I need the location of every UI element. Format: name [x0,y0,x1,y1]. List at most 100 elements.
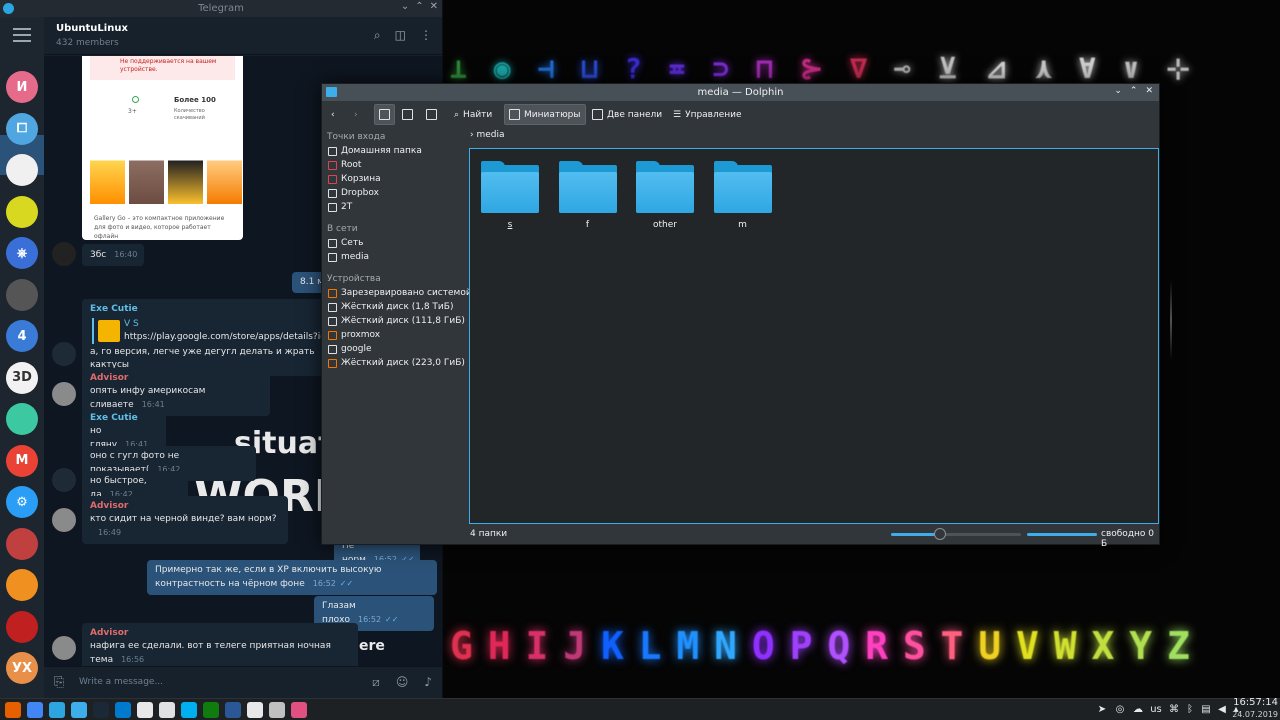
emoji-icon[interactable]: ☺ [396,675,409,690]
chat-list-avatar[interactable]: 3D [6,361,38,394]
chat-list-avatar[interactable]: ⎈ [6,237,38,269]
chat-list-avatar[interactable] [6,278,38,311]
chat-taskbar-icon[interactable] [159,702,175,718]
skype-taskbar-icon[interactable] [181,702,197,718]
chat-message[interactable]: Примерно так же, если в XP включить высо… [147,560,437,595]
steam-tray-icon[interactable]: ◎ [1114,704,1126,716]
clock[interactable]: 16:57:14 24.07.2019 [1232,697,1278,720]
microphone-icon[interactable]: ♪ [424,675,432,690]
places-item[interactable]: Жёсткий диск (111,8 ГиБ) [328,316,465,326]
ksnip-taskbar-icon[interactable] [291,702,307,718]
chat-list-avatar[interactable] [6,527,38,560]
sidebar-toggle-icon[interactable]: ◫ [395,28,406,43]
folder-item[interactable]: m [713,161,773,230]
places-item[interactable]: Жёсткий диск (223,0 ГиБ) [328,358,465,368]
chat-list-avatar[interactable]: 4 [6,320,38,352]
message-input[interactable]: Write a message... [79,677,163,687]
close-icon[interactable]: ✕ [430,1,438,12]
places-item[interactable]: Корзина [328,174,381,184]
message-author[interactable]: Advisor [90,627,350,640]
breadcrumb-segment[interactable]: media [476,130,504,140]
places-item[interactable]: proxmox [328,330,380,340]
vscode-taskbar-icon[interactable] [115,702,131,718]
chat-message[interactable]: 3бс 16:40 [82,244,144,266]
places-item[interactable]: 2T [328,202,352,212]
chat-list-avatar[interactable] [6,569,38,601]
writer-taskbar-icon[interactable] [225,702,241,718]
telegram-taskbar-icon[interactable] [49,702,65,718]
link-preview[interactable]: V S https://play.google.com/store/apps/de… [92,318,324,344]
message-author-avatar[interactable] [52,468,76,492]
folder-item[interactable]: s [480,161,540,230]
chat-list-avatar[interactable]: ⚙ [6,486,38,518]
message-author[interactable]: Exe Cutie [90,303,324,316]
control-menu-button[interactable]: ☰ Управление [669,104,746,125]
volume-tray-icon[interactable]: ◀ [1216,704,1228,716]
back-button[interactable]: ‹ [327,104,339,125]
slack-taskbar-icon[interactable] [137,702,153,718]
sync-tray-icon[interactable]: ☁ [1132,704,1144,716]
minimize-icon[interactable]: ⌄ [1114,86,1122,96]
vnc-taskbar-icon[interactable] [247,702,263,718]
message-author[interactable]: Advisor [90,372,262,385]
breadcrumb[interactable]: › media [470,130,505,140]
bluetooth-tray-icon[interactable]: ᛒ [1184,704,1196,716]
dolphin-taskbar-icon[interactable] [71,702,87,718]
firefox-taskbar-icon[interactable] [5,702,21,718]
forward-button[interactable]: › [350,104,362,125]
steam-taskbar-icon[interactable] [93,702,109,718]
attach-icon[interactable]: ⎘ [54,675,64,690]
compact-view-button[interactable] [398,104,417,125]
places-item[interactable]: Root [328,160,361,170]
hamburger-menu-icon[interactable] [13,28,31,42]
chat-message[interactable]: Advisor нафига ее сделали. вот в телеге п… [82,623,358,666]
folder-item[interactable]: other [635,161,695,230]
close-icon[interactable]: ✕ [1145,86,1153,96]
network-tray-icon[interactable]: ⌘ [1168,704,1180,716]
message-author[interactable]: Advisor [90,500,280,513]
chat-list-avatar[interactable] [6,403,38,435]
link-url[interactable]: https://play.google.com/store/apps/detai… [124,331,324,344]
tools-taskbar-icon[interactable] [269,702,285,718]
chat-list-avatar[interactable]: УХ [6,652,38,684]
message-author-avatar[interactable] [52,382,76,406]
link-preview-card[interactable]: Не поддерживается на вашем устройстве. 3… [82,56,243,240]
message-author[interactable]: Exe Cutie [90,412,158,425]
places-item[interactable]: google [328,344,371,354]
chat-list-avatar[interactable] [6,154,38,186]
chat-message[interactable]: Exe Cutie V S https://play.google.com/stor… [82,299,332,376]
zoom-slider[interactable] [891,528,1021,540]
split-button[interactable]: Две панели [588,104,666,125]
details-view-button[interactable] [422,104,441,125]
chat-list-avatar[interactable]: M [6,444,38,477]
bot-commands-icon[interactable]: ⧄ [372,675,380,690]
chrome-taskbar-icon[interactable] [27,702,43,718]
maximize-icon[interactable]: ⌃ [1130,86,1138,96]
chat-list-avatar[interactable] [6,610,38,643]
places-item[interactable]: Dropbox [328,188,379,198]
chat-list-avatar[interactable] [6,195,38,228]
preview-button[interactable]: Миниатюры [504,104,586,125]
places-item[interactable]: Домашняя папка [328,146,422,156]
maximize-icon[interactable]: ⌃ [415,1,423,12]
more-options-icon[interactable]: ⋮ [420,28,432,43]
chat-list-avatar[interactable]: И [6,71,38,103]
message-author-avatar[interactable] [52,508,76,532]
clipboard-tray-icon[interactable]: ▤ [1200,704,1212,716]
chat-title[interactable]: UbuntuLinux [56,23,128,34]
search-icon[interactable]: ⌕ [374,28,381,43]
file-view[interactable]: s f other m [469,148,1159,524]
places-item[interactable]: Сеть [328,238,363,248]
places-item[interactable]: Жёсткий диск (1,8 ТиБ) [328,302,453,312]
zoom-slider-handle[interactable] [934,528,947,540]
telegram-tray-icon[interactable]: ➤ [1096,704,1108,716]
find-button[interactable]: ⌕ Найти [450,104,496,125]
places-item[interactable]: Зарезервировано системой [328,288,472,298]
chat-list-avatar[interactable]: ⧠ [6,112,38,145]
places-item[interactable]: media [328,252,369,262]
minimize-icon[interactable]: ⌄ [401,1,409,12]
message-author-avatar[interactable] [52,342,76,366]
keyboard-layout[interactable]: us [1148,704,1164,716]
xbox-taskbar-icon[interactable] [203,702,219,718]
message-author-avatar[interactable] [52,636,76,660]
